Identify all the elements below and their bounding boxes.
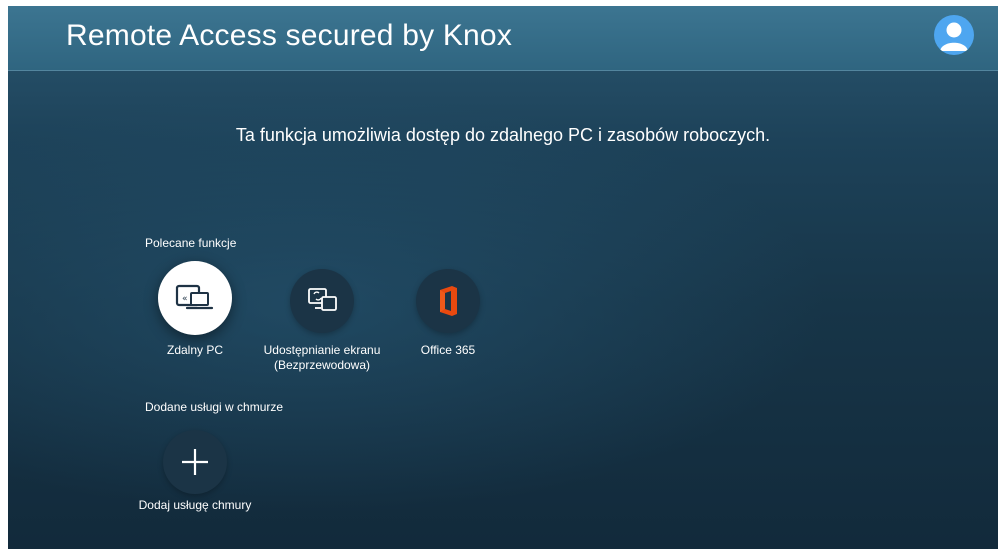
add-cloud-service-button[interactable] <box>163 430 227 494</box>
screen-sharing-icon <box>308 288 337 311</box>
remote-pc-label: Zdalny PC <box>166 343 224 357</box>
add-cloud-service-label: Dodaj usługę chmury <box>138 498 252 512</box>
office-365-tile[interactable] <box>416 269 480 333</box>
app-title: Remote Access secured by Knox <box>66 19 513 52</box>
title-bar: Remote Access secured by Knox <box>8 6 998 71</box>
cloud-services-section-label: Dodane usługi w chmurze <box>145 400 284 414</box>
remote-pc-icon: « <box>175 284 214 310</box>
screen-sharing-tile[interactable] <box>290 269 354 333</box>
tv-screen: Remote Access secured by Knox Ta funkcja… <box>8 6 998 549</box>
feature-description: Ta funkcja umożliwia dostęp do zdalnego … <box>235 125 771 145</box>
office-365-label: Office 365 <box>420 343 476 357</box>
svg-text:«: « <box>182 294 188 304</box>
plus-icon <box>182 449 208 475</box>
remote-pc-tile[interactable]: « <box>158 261 232 335</box>
recommended-section-label: Polecane funkcje <box>145 236 237 250</box>
screen-sharing-label: Udostępnianie ekranu (Bezprzewodowa) <box>263 343 381 372</box>
user-profile-icon[interactable] <box>934 15 974 55</box>
office-365-icon <box>440 286 457 316</box>
